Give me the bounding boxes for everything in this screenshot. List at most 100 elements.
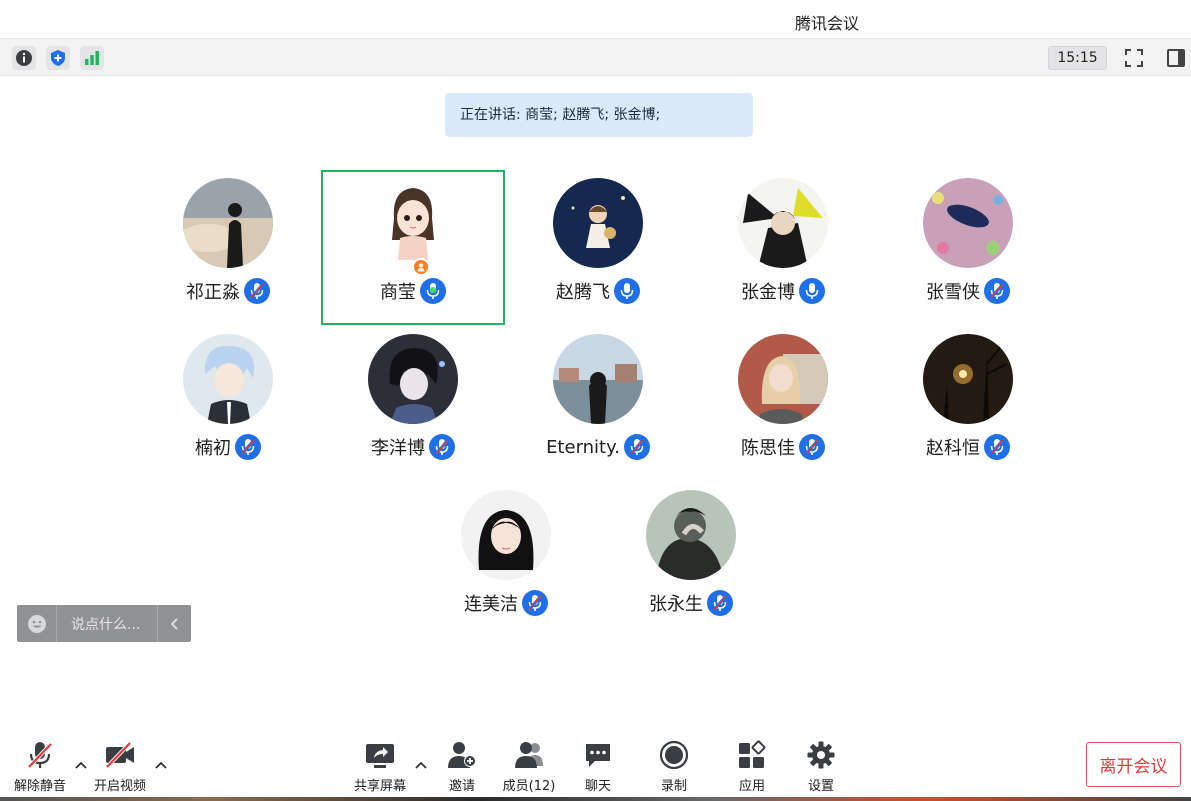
- participant-name: 张雪侠: [926, 282, 980, 303]
- participant-name-row: 陈思佳: [691, 434, 875, 460]
- title-bar: 腾讯会议: [0, 0, 1191, 38]
- participant-name: 连美洁: [464, 594, 518, 615]
- participant-name: 陈思佳: [741, 438, 795, 459]
- participant-tile[interactable]: Eternity.: [506, 326, 690, 481]
- participant-name: 祁正淼: [186, 282, 240, 303]
- participant-tile[interactable]: 赵科恒: [876, 326, 1060, 481]
- chat-placeholder[interactable]: 说点什么...: [57, 614, 157, 634]
- participant-tile[interactable]: 祁正淼: [136, 170, 320, 325]
- participant-name-row: 楠初: [136, 434, 320, 460]
- share-screen-label: 共享屏幕: [353, 779, 406, 794]
- invite-button[interactable]: 邀请: [427, 738, 497, 794]
- share-screen-button[interactable]: 共享屏幕: [345, 738, 415, 794]
- participant-name: 楠初: [195, 438, 231, 459]
- bottom-toolbar: 解除静音 开启视频 共享屏幕 邀请 成员(12) 聊天 录制 应用 设置 离开会…: [0, 730, 1191, 801]
- participant-name: 赵腾飞: [556, 282, 610, 303]
- participant-name-row: 张金博: [691, 278, 875, 304]
- participant-name-row: 赵科恒: [876, 434, 1060, 460]
- participant-name: Eternity.: [546, 436, 620, 458]
- network-signal-icon[interactable]: [80, 46, 104, 70]
- info-icon[interactable]: [12, 46, 36, 70]
- taskbar-strip: [0, 797, 1191, 801]
- avatar: [646, 490, 736, 580]
- avatar: [368, 334, 458, 424]
- participant-tile[interactable]: 张永生: [599, 482, 783, 637]
- emoji-icon[interactable]: [17, 605, 57, 642]
- video-options-chevron-icon[interactable]: [154, 758, 168, 772]
- chevron-left-icon[interactable]: [157, 605, 191, 642]
- chat-button[interactable]: 聊天: [563, 738, 633, 794]
- participant-name-row: 赵腾飞: [506, 278, 690, 304]
- unmute-label: 解除静音: [13, 779, 66, 794]
- avatar: [923, 178, 1013, 268]
- muted-mic-icon: [623, 434, 650, 460]
- participant-name-row: 张雪侠: [876, 278, 1060, 304]
- members-button[interactable]: 成员(12): [494, 738, 564, 794]
- muted-mic-icon: [984, 434, 1010, 460]
- muted-mic-icon: [23, 738, 57, 772]
- settings-button[interactable]: 设置: [786, 738, 856, 794]
- avatar: [183, 334, 273, 424]
- participant-tile[interactable]: 楠初: [136, 326, 320, 481]
- muted-mic-icon: [244, 278, 270, 304]
- members-icon: [512, 738, 546, 772]
- apps-button[interactable]: 应用: [717, 738, 787, 794]
- participant-name: 张永生: [649, 594, 703, 615]
- muted-mic-icon: [522, 590, 548, 616]
- participant-tile[interactable]: 张雪侠: [876, 170, 1060, 325]
- muted-mic-icon: [799, 434, 825, 460]
- video-off-icon: [103, 738, 137, 772]
- window-title: 腾讯会议: [795, 14, 860, 33]
- mic-icon: [799, 278, 825, 304]
- participant-name-row: Eternity.: [506, 434, 690, 460]
- record-icon: [657, 738, 691, 772]
- leave-meeting-button[interactable]: 离开会议: [1086, 742, 1181, 787]
- invite-label: 邀请: [448, 779, 475, 794]
- chat-bubble-icon: [581, 738, 615, 772]
- avatar: [183, 178, 273, 268]
- unmute-button[interactable]: 解除静音: [5, 738, 75, 794]
- record-button[interactable]: 录制: [639, 738, 709, 794]
- participant-name-row: 李洋博: [321, 434, 505, 460]
- participant-name: 赵科恒: [926, 438, 980, 459]
- mic-icon: [614, 278, 640, 304]
- avatar: [368, 178, 458, 268]
- muted-mic-icon: [235, 434, 261, 460]
- fullscreen-icon[interactable]: [1122, 46, 1146, 70]
- avatar: [553, 334, 643, 424]
- share-options-chevron-icon[interactable]: [414, 758, 428, 772]
- start-video-label: 开启视频: [93, 779, 146, 794]
- avatar: [738, 334, 828, 424]
- muted-mic-icon: [429, 434, 455, 460]
- avatar: [923, 334, 1013, 424]
- participant-tile[interactable]: 商莹: [321, 170, 505, 325]
- participant-name-row: 连美洁: [414, 590, 598, 616]
- host-badge-icon: [412, 258, 430, 276]
- participant-name: 张金博: [741, 282, 795, 303]
- participant-name: 李洋博: [371, 438, 425, 459]
- share-screen-icon: [363, 738, 397, 772]
- participant-tile[interactable]: 李洋博: [321, 326, 505, 481]
- apps-label: 应用: [738, 779, 765, 794]
- status-bar: 15:15: [0, 38, 1191, 76]
- muted-mic-icon: [707, 590, 733, 616]
- apps-grid-icon: [735, 738, 769, 772]
- participant-tile[interactable]: 陈思佳: [691, 326, 875, 481]
- muted-mic-icon: [984, 278, 1010, 304]
- avatar: [738, 178, 828, 268]
- invite-user-icon: [445, 738, 479, 772]
- members-label: 成员(12): [502, 779, 556, 794]
- chat-quick-input[interactable]: 说点什么...: [17, 605, 191, 642]
- meeting-clock: 15:15: [1048, 46, 1107, 70]
- security-shield-icon[interactable]: [46, 46, 70, 70]
- participant-name-row: 商莹: [323, 278, 503, 304]
- participant-tile[interactable]: 张金博: [691, 170, 875, 325]
- participant-tile[interactable]: 赵腾飞: [506, 170, 690, 325]
- participant-tile[interactable]: 连美洁: [414, 482, 598, 637]
- side-panel-toggle-icon[interactable]: [1164, 46, 1188, 70]
- meeting-window: 腾讯会议 15:15 正在讲话: 商莹; 赵腾飞; 张金博; 祁正淼 商莹 赵腾飞张…: [0, 0, 1191, 801]
- start-video-button[interactable]: 开启视频: [85, 738, 155, 794]
- settings-label: 设置: [807, 779, 834, 794]
- speaking-indicator: 正在讲话: 商莹; 赵腾飞; 张金博;: [445, 93, 753, 137]
- record-label: 录制: [660, 779, 687, 794]
